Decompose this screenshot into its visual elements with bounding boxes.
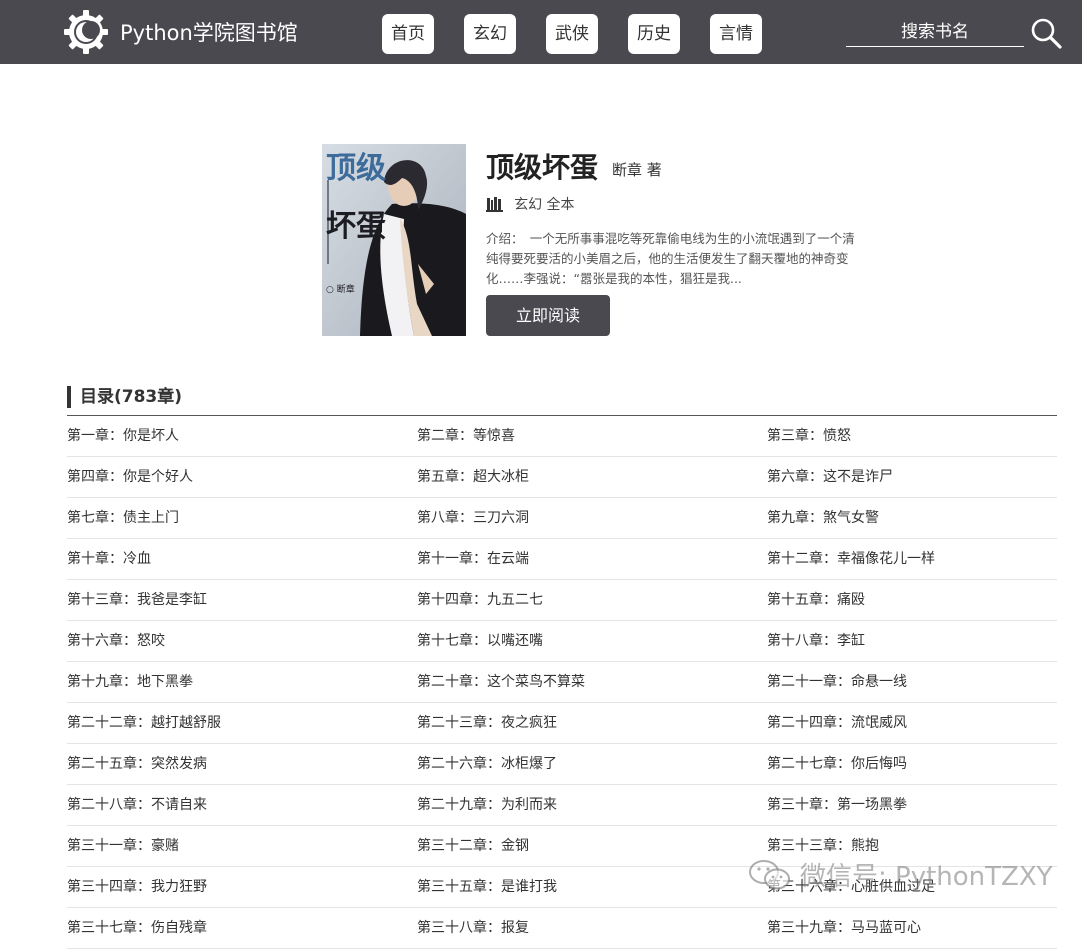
site-brand[interactable]: Python学院图书馆 [120, 17, 298, 47]
catalog-heading: 目录(783章) [67, 386, 182, 408]
chapter-link[interactable]: 第十六章：怒咬 [67, 621, 417, 662]
chapter-link[interactable]: 第三十一章：豪赌 [67, 826, 417, 867]
nav-xuanhuan[interactable]: 玄幻 [464, 14, 516, 54]
book-title: 顶级坏蛋 [486, 151, 599, 184]
chapter-link[interactable]: 第二十二章：越打越舒服 [67, 703, 417, 744]
nav-history[interactable]: 历史 [628, 14, 680, 54]
svg-text:坏蛋: 坏蛋 [326, 209, 386, 244]
chapter-list: 第一章：你是坏人 第二章：等惊喜 第三章：愤怒第四章：你是个好人 第五章：超大冰柜 第六… [67, 416, 1057, 949]
chapter-link[interactable]: 第四章：你是个好人 [67, 457, 417, 498]
chapter-link[interactable]: 第二章：等惊喜 [417, 416, 767, 457]
chapter-link[interactable]: 第三十二章：金钢 [417, 826, 767, 867]
chapter-link[interactable]: 第三十章：第一场黑拳 [767, 785, 1057, 826]
chapter-link[interactable]: 第九章：煞气女警 [767, 498, 1057, 539]
search-icon[interactable] [1030, 17, 1062, 49]
chapter-link[interactable]: 第十五章：痛殴 [767, 580, 1057, 621]
chapter-link[interactable]: 第三十六章：心脏供血过足 [767, 867, 1057, 908]
chapter-link[interactable]: 第十八章：李缸 [767, 621, 1057, 662]
chapter-link[interactable]: 第十二章：幸福像花儿一样 [767, 539, 1057, 580]
chapter-link[interactable]: 第三十九章：马马蓝可心 [767, 908, 1057, 949]
chapter-link[interactable]: 第三十四章：我力狂野 [67, 867, 417, 908]
chapter-link[interactable]: 第二十六章：冰柜爆了 [417, 744, 767, 785]
nav-home[interactable]: 首页 [382, 14, 434, 54]
book-meta-row: 玄幻 全本 [486, 193, 575, 213]
read-now-button[interactable]: 立即阅读 [486, 295, 610, 336]
chapter-link[interactable]: 第二十五章：突然发病 [67, 744, 417, 785]
chapter-link[interactable]: 第三十五章：是谁打我 [417, 867, 767, 908]
chapter-link[interactable]: 第二十三章：夜之疯狂 [417, 703, 767, 744]
chapter-link[interactable]: 第六章：这不是诈尸 [767, 457, 1057, 498]
chapter-link[interactable]: 第十一章：在云端 [417, 539, 767, 580]
chapter-link[interactable]: 第二十一章：命悬一线 [767, 662, 1057, 703]
chapter-link[interactable]: 第十九章：地下黑拳 [67, 662, 417, 703]
crescent-logo-icon[interactable] [62, 8, 110, 56]
chapter-link[interactable]: 第五章：超大冰柜 [417, 457, 767, 498]
bookshelf-icon [486, 196, 503, 212]
book-cover-image[interactable]: 顶级 坏蛋 ○ 断章 [322, 144, 466, 336]
chapter-link[interactable]: 第八章：三刀六洞 [417, 498, 767, 539]
chapter-link[interactable]: 第十章：冷血 [67, 539, 417, 580]
chapter-link[interactable]: 第十三章：我爸是李缸 [67, 580, 417, 621]
book-category-status: 玄幻 全本 [514, 196, 575, 213]
chapter-link[interactable]: 第三十八章：报复 [417, 908, 767, 949]
chapter-link[interactable]: 第十四章：九五二七 [417, 580, 767, 621]
book-intro: 介绍： 一个无所事事混吃等死靠偷电线为生的小流氓遇到了一个清纯得要死要活的小美眉… [486, 231, 855, 286]
chapter-link[interactable]: 第二十章：这个菜鸟不算菜 [417, 662, 767, 703]
chapter-link[interactable]: 第十七章：以嘴还嘴 [417, 621, 767, 662]
chapter-link[interactable]: 第二十四章：流氓威风 [767, 703, 1057, 744]
chapter-link[interactable]: 第七章：债主上门 [67, 498, 417, 539]
chapter-link[interactable]: 第三章：愤怒 [767, 416, 1057, 457]
svg-text:○ 断章: ○ 断章 [326, 283, 355, 295]
nav-wuxia[interactable]: 武侠 [546, 14, 598, 54]
chapter-link[interactable]: 第三十三章：熊抱 [767, 826, 1057, 867]
chapter-link[interactable]: 第一章：你是坏人 [67, 416, 417, 457]
book-author: 断章 著 [612, 161, 662, 179]
svg-text:顶级: 顶级 [326, 151, 386, 186]
search-input[interactable] [846, 18, 1024, 47]
chapter-link[interactable]: 第二十九章：为利而来 [417, 785, 767, 826]
chapter-link[interactable]: 第二十八章：不请自来 [67, 785, 417, 826]
chapter-link[interactable]: 第二十七章：你后悔吗 [767, 744, 1057, 785]
nav-romance[interactable]: 言情 [710, 14, 762, 54]
top-navbar: Python学院图书馆 首页 玄幻 武侠 历史 言情 [0, 0, 1082, 64]
chapter-link[interactable]: 第三十七章：伤自残章 [67, 908, 417, 949]
